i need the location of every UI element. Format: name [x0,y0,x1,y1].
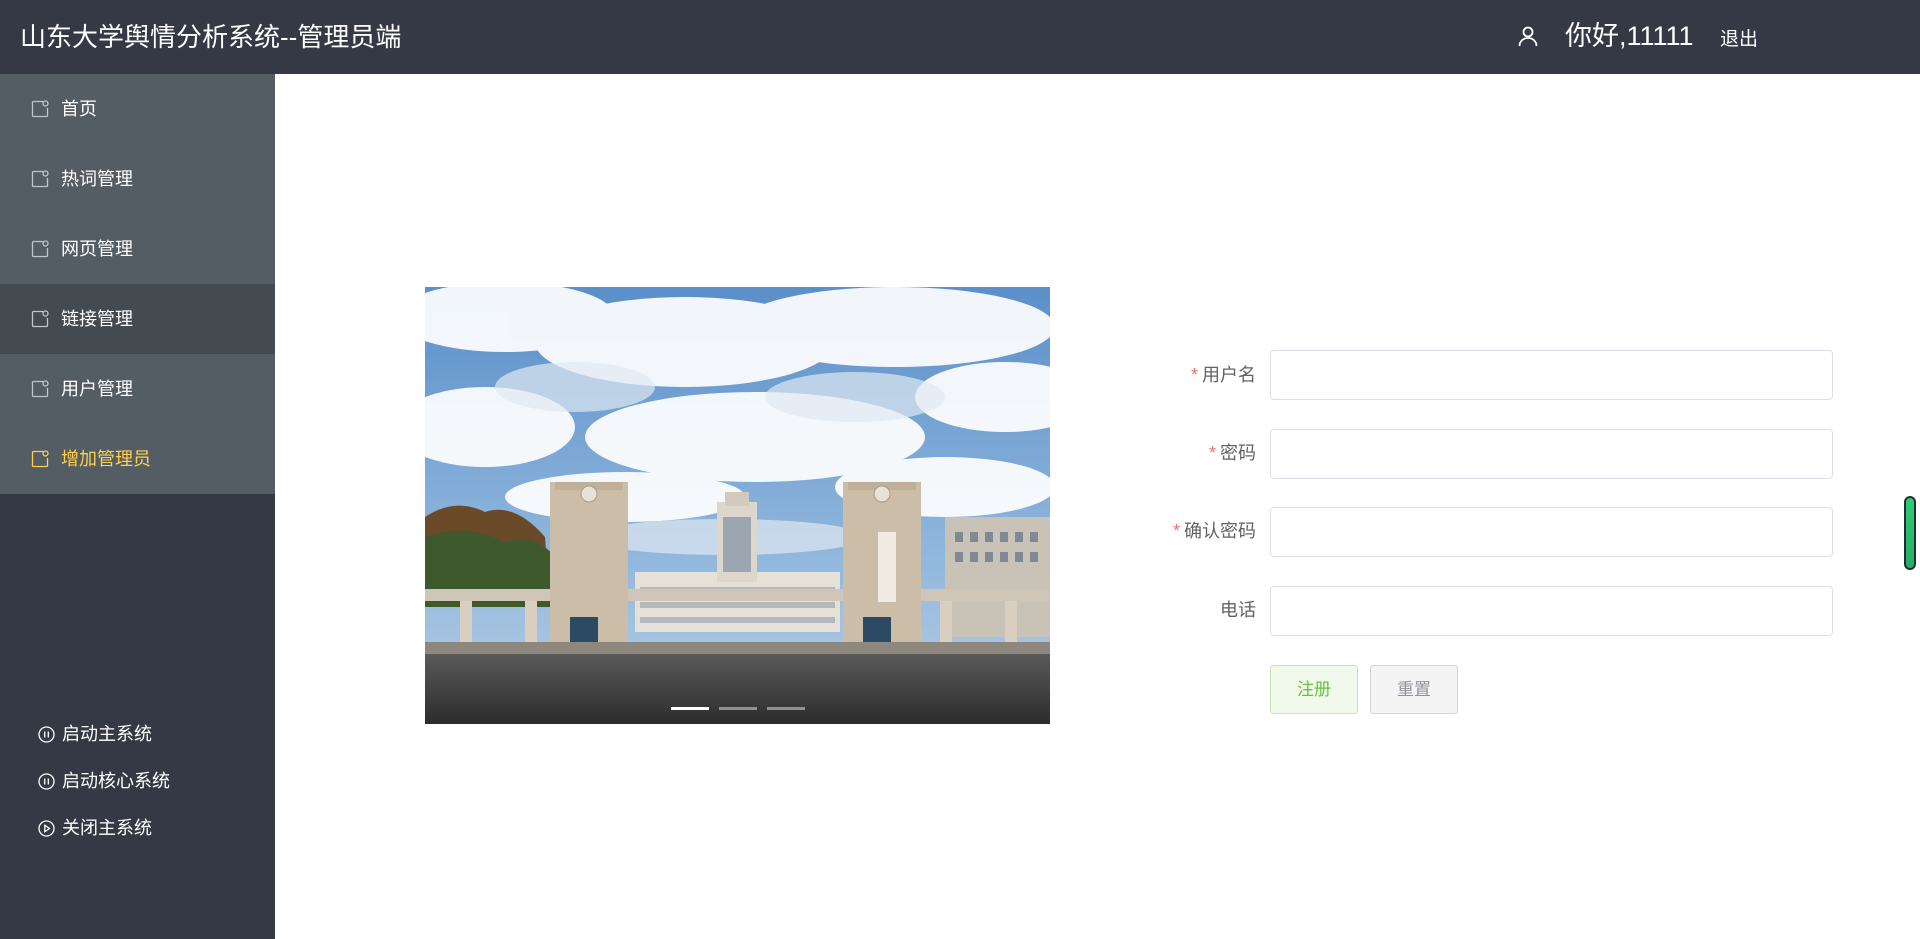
menu-doc-icon [31,170,49,188]
stop-main-system-button[interactable]: 关闭主系统 [0,806,275,853]
sidebar-item-label: 链接管理 [61,309,133,329]
required-mark: * [1172,521,1180,541]
sidebar-item-label: 热词管理 [61,169,133,189]
register-button[interactable]: 注册 [1270,665,1358,714]
phone-label: 电话 [1220,600,1256,620]
menu-doc-icon [31,310,49,328]
system-actions: 启动主系统 启动核心系统 关闭主系统 [0,712,275,853]
sidebar-item-home[interactable]: 首页 [0,74,275,144]
top-header: 山东大学舆情分析系统--管理员端 你好,11111 退出 [0,0,1920,74]
menu-doc-icon [31,380,49,398]
start-core-system-button[interactable]: 启动核心系统 [0,759,275,806]
campus-gate-photo [425,287,1050,724]
menu-doc-icon [31,240,49,258]
username-input[interactable] [1270,350,1833,400]
action-label: 启动主系统 [62,724,152,744]
sidebar-item-hotwords[interactable]: 热词管理 [0,144,275,214]
menu-doc-icon [31,450,49,468]
sidebar-item-label: 网页管理 [61,239,133,259]
side-widget-fill [1906,498,1914,568]
carousel-indicator-3[interactable] [766,707,805,710]
user-greeting: 你好,11111 [1565,21,1694,51]
sidebar: 首页 热词管理 网页管理 链接管理 用户管理 增加管理员 启动主系统 启动核心系… [0,74,275,939]
menu-doc-icon [31,100,49,118]
action-label: 关闭主系统 [62,818,152,838]
sidebar-item-label: 用户管理 [61,379,133,399]
sidebar-item-links[interactable]: 链接管理 [0,284,275,354]
sidebar-item-webpages[interactable]: 网页管理 [0,214,275,284]
action-label: 启动核心系统 [62,771,170,791]
sidebar-item-add-admin[interactable]: 增加管理员 [0,424,275,494]
phone-input[interactable] [1270,586,1833,636]
confirm-password-input[interactable] [1270,507,1833,557]
pause-circle-icon [38,773,55,790]
carousel-indicator-1[interactable] [670,707,709,710]
pause-circle-icon [38,726,55,743]
reset-button[interactable]: 重置 [1370,665,1458,714]
password-input[interactable] [1270,429,1833,479]
username-label: * 用户名 [1190,365,1256,385]
sidebar-menu: 首页 热词管理 网页管理 链接管理 用户管理 增加管理员 [0,74,275,494]
sidebar-item-label: 增加管理员 [61,449,151,469]
carousel-indicator-2[interactable] [718,707,757,710]
required-mark: * [1190,365,1198,385]
sidebar-item-users[interactable]: 用户管理 [0,354,275,424]
campus-image-carousel[interactable] [425,287,1050,724]
password-label: * 密码 [1208,443,1256,463]
required-mark: * [1208,443,1216,463]
app-title: 山东大学舆情分析系统--管理员端 [20,22,402,52]
play-circle-icon [38,820,55,837]
start-main-system-button[interactable]: 启动主系统 [0,712,275,759]
confirm-password-label: * 确认密码 [1172,521,1256,541]
floating-side-widget[interactable] [1904,496,1916,570]
carousel-indicators [425,707,1050,710]
logout-link[interactable]: 退出 [1720,28,1758,52]
sidebar-item-label: 首页 [61,99,97,119]
user-icon [1516,24,1540,48]
